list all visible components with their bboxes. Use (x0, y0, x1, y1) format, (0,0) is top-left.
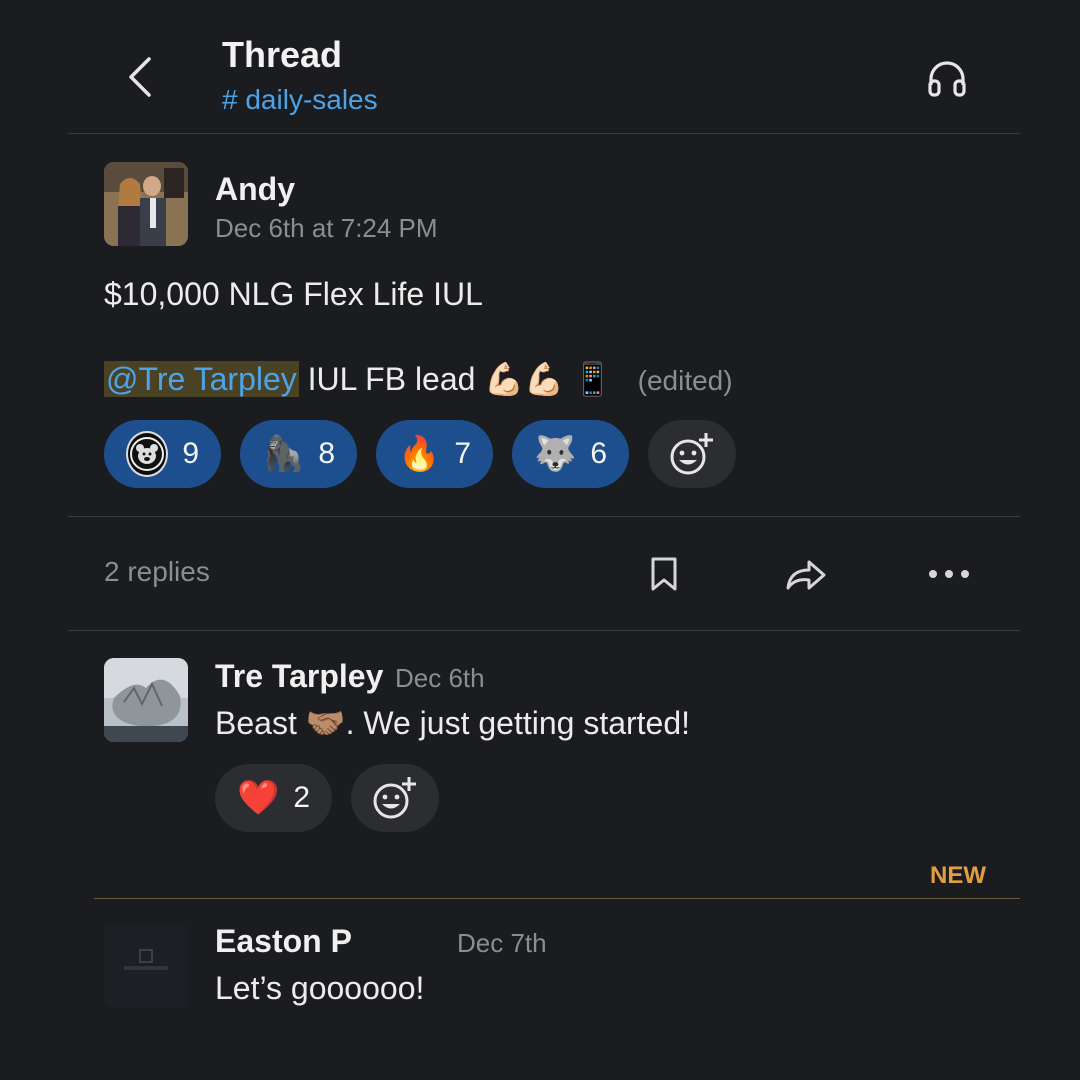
reply-timestamp: Dec 6th (395, 663, 485, 693)
gorilla-emoji: 🦍 (261, 435, 305, 473)
replies-divider (68, 630, 1020, 631)
add-reaction-button[interactable] (351, 764, 439, 832)
reply-author[interactable]: Tre Tarpley (215, 658, 383, 695)
reaction-gorilla[interactable]: 🦍 8 (240, 420, 357, 488)
add-reaction-icon (373, 777, 416, 819)
thread-header: Thread # daily-sales (0, 0, 1080, 134)
avatar[interactable] (104, 658, 188, 742)
header-divider (68, 133, 1020, 134)
replies-count: 2 replies (104, 556, 210, 587)
share-button[interactable] (781, 549, 831, 599)
back-button[interactable] (118, 50, 162, 104)
edited-label: (edited) (637, 365, 733, 396)
new-messages-label: NEW (930, 862, 986, 889)
avatar[interactable] (104, 162, 188, 246)
reaction-fire[interactable]: 🔥 7 (376, 420, 493, 488)
chevron-left-icon (129, 57, 151, 97)
headphones-icon (928, 61, 966, 97)
wolf-emoji: 🐺 (533, 435, 577, 473)
reaction-count: 7 (454, 437, 472, 470)
message-author[interactable]: Andy (215, 171, 295, 208)
reaction-count: 8 (318, 437, 336, 470)
reply-reactions-bar: ❤️ 2 (215, 764, 439, 832)
reaction-wolf[interactable]: 🐺 6 (512, 420, 629, 488)
add-reaction-button[interactable] (648, 420, 736, 488)
message-emojis: 💪🏻💪🏻 📱 (484, 361, 613, 397)
reactions-bar: 9 🦍 8 🔥 7 🐺 6 (104, 420, 736, 488)
add-reaction-icon (670, 433, 713, 475)
channel-link[interactable]: # daily-sales (222, 84, 378, 116)
user-mention[interactable]: @Tre Tarpley (104, 361, 299, 397)
more-actions-button[interactable] (924, 549, 974, 599)
page-title: Thread (222, 34, 343, 75)
bear-badge-icon (126, 431, 169, 477)
reply-body: Beast 🤝🏽. We just getting started! (215, 705, 691, 741)
huddle-button[interactable] (920, 52, 974, 104)
message-divider (68, 516, 1020, 517)
reaction-count: 2 (293, 781, 311, 814)
more-icon (929, 570, 969, 578)
reply-timestamp: Dec 7th (457, 928, 547, 958)
share-icon (786, 560, 826, 590)
bookmark-icon (651, 557, 677, 591)
reaction-count: 6 (590, 437, 608, 470)
reaction-bear[interactable]: 9 (104, 420, 221, 488)
fire-emoji: 🔥 (397, 435, 441, 473)
message-timestamp: Dec 6th at 7:24 PM (215, 213, 438, 243)
reaction-heart[interactable]: ❤️ 2 (215, 764, 332, 832)
avatar[interactable] (104, 924, 188, 1008)
message-body-line1: $10,000 NLG Flex Life IUL (104, 276, 483, 312)
message-text: IUL FB lead (307, 361, 476, 397)
heart-emoji: ❤️ (236, 779, 280, 817)
reaction-count: 9 (182, 437, 199, 470)
reply-body: Let’s goooooo! (215, 970, 425, 1006)
new-messages-divider (94, 898, 1020, 899)
reply-author[interactable]: Easton P (215, 923, 352, 960)
save-button[interactable] (639, 549, 689, 599)
message-body-line2: @Tre Tarpley IUL FB lead 💪🏻💪🏻 📱 (edited) (104, 360, 733, 398)
